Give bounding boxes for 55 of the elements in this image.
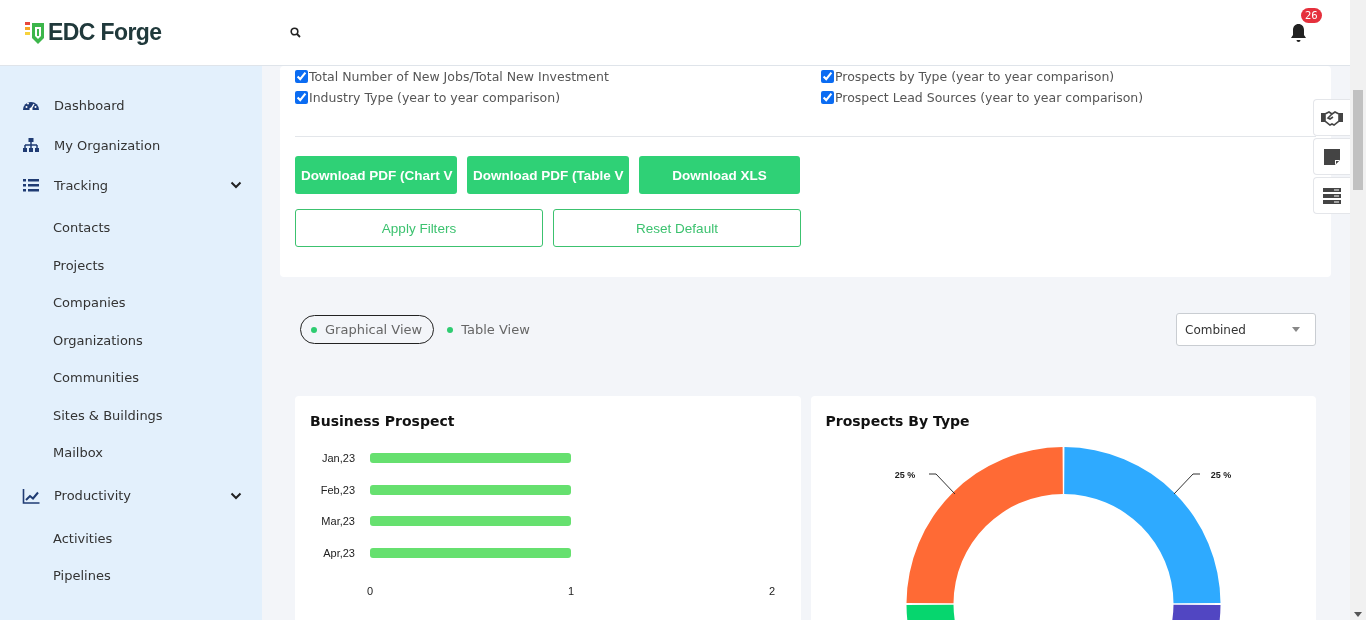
sidebar-subitem[interactable]: Sites & Buildings <box>0 396 262 434</box>
checkbox-label: Industry Type (year to year comparison) <box>309 90 561 105</box>
tick-label: 1 <box>567 585 575 597</box>
status-dot <box>447 326 454 333</box>
list-icon <box>22 177 40 193</box>
chevron-icon[interactable] <box>230 181 242 189</box>
sidebar-subitem[interactable]: Activities <box>0 519 262 557</box>
checkbox-label: Total Number of New Jobs/Total New Investment <box>309 69 609 84</box>
sidebar-subitem[interactable]: Contacts <box>0 209 262 247</box>
layout-button[interactable] <box>1313 177 1350 214</box>
caret-icon <box>1292 327 1300 332</box>
checkbox[interactable] <box>295 91 308 104</box>
checkbox[interactable] <box>821 70 834 83</box>
line-chart-icon <box>22 487 40 504</box>
axis-label: Apr,23 <box>323 547 355 559</box>
logo-text: EDC Forge <box>48 19 162 46</box>
sidebar-subitem[interactable]: Organizations <box>0 321 262 359</box>
view-dropdown[interactable]: Combined <box>1176 313 1316 346</box>
handshake-icon <box>1320 109 1344 126</box>
tick-label: 2 <box>768 585 776 597</box>
sticky-note-icon <box>1324 148 1340 165</box>
checkbox[interactable] <box>295 70 308 83</box>
tick-label: 0 <box>366 585 374 597</box>
note-button[interactable] <box>1313 138 1350 175</box>
data-label: 25 % <box>894 470 915 480</box>
chart-title: Prospects By Type <box>824 412 971 431</box>
sidebar-item[interactable]: Tracking <box>0 165 262 205</box>
leader-line <box>928 473 955 495</box>
sidebar-subitem[interactable]: Pipelines <box>0 557 262 595</box>
search-icon[interactable] <box>290 27 301 38</box>
sidebar-subitem[interactable]: Communities <box>0 359 262 397</box>
view-tab[interactable]: Table View <box>436 315 542 344</box>
checkbox[interactable] <box>821 91 834 104</box>
sidebar-subitem[interactable]: Projects <box>0 246 262 284</box>
data-label: 25 % <box>1210 470 1231 480</box>
bell-icon[interactable] <box>1289 22 1308 43</box>
checkbox-label: Prospect Lead Sources (year to year comparison) <box>835 90 1144 105</box>
sidebar-item[interactable]: Productivity <box>0 475 262 516</box>
handshake-button[interactable] <box>1313 99 1350 136</box>
leader-line <box>1173 473 1200 495</box>
notification-badge: 26 <box>1301 7 1322 23</box>
axis-label: Jan,23 <box>321 452 355 464</box>
axis-label: Feb,23 <box>320 484 355 496</box>
sidebar-subitem[interactable]: Mailbox <box>0 434 262 472</box>
server-list-icon <box>1323 187 1341 204</box>
axis-label: Mar,23 <box>321 515 355 527</box>
sitemap-icon <box>22 137 40 153</box>
logo-icon <box>25 20 45 45</box>
chevron-icon[interactable] <box>230 491 242 500</box>
status-dot <box>311 326 317 333</box>
sidebar-item[interactable]: My Organization <box>0 125 262 165</box>
sidebar-item[interactable]: Dashboard <box>0 85 262 125</box>
sidebar-subitem[interactable]: Companies <box>0 284 262 322</box>
checkbox-label: Prospects by Type (year to year comparison) <box>835 69 1115 84</box>
chart-title: Business Prospect <box>309 412 456 431</box>
